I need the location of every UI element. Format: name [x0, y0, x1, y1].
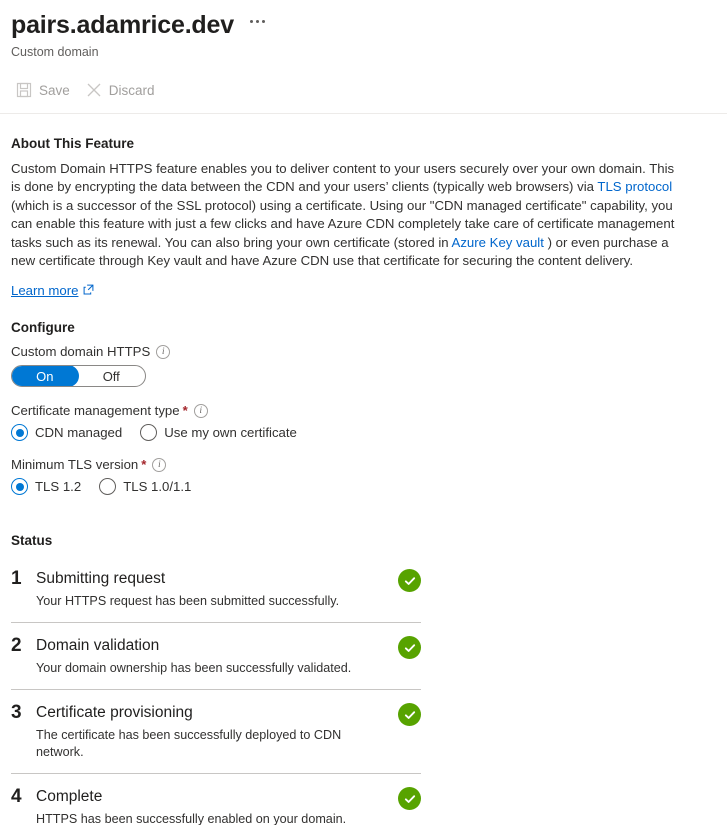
cert-type-label: Certificate management type * i [11, 403, 716, 418]
status-step-title: Submitting request [36, 570, 166, 588]
certificate-management-type-group: Certificate management type * i CDN mana… [11, 403, 716, 442]
status-step-list: 1 Submitting request Your HTTPS request ha… [11, 556, 716, 825]
radio-label: TLS 1.2 [35, 479, 82, 495]
info-icon[interactable]: i [156, 344, 171, 359]
learn-more-link[interactable]: Learn more [11, 283, 94, 298]
save-button[interactable]: Save [14, 78, 80, 102]
external-link-icon [83, 283, 94, 298]
page-subtitle: Custom domain [11, 45, 99, 59]
toolbar-divider [0, 113, 727, 114]
toggle-option-off[interactable]: Off [78, 366, 146, 386]
radio-tls-10-11[interactable]: TLS 1.0/1.1 [99, 478, 192, 496]
learn-more-label: Learn more [11, 283, 79, 299]
status-step-number: 3 [11, 702, 22, 724]
status-step: 2 Domain validation Your domain ownership … [11, 623, 421, 691]
status-step-inner: 3 Certificate provisioning The certificate… [11, 702, 421, 761]
status-step-title: Certificate provisioning [36, 704, 193, 722]
title-row: pairs.adamrice.dev [11, 10, 727, 40]
status-step-text: Domain validation Your domain ownership h… [36, 635, 390, 677]
configure-heading: Configure [11, 320, 75, 336]
overflow-menu-icon[interactable] [249, 20, 265, 23]
cert-type-label-text: Certificate management type [11, 403, 180, 419]
success-check-icon [398, 569, 421, 593]
about-heading: About This Feature [11, 136, 135, 151]
status-step-inner: 2 Domain validation Your domain ownership … [11, 635, 421, 677]
radio-label: TLS 1.0/1.1 [123, 479, 192, 495]
custom-domain-https-toggle[interactable]: On Off [11, 365, 146, 388]
tls-version-label: Minimum TLS version * i [11, 457, 716, 472]
info-icon[interactable]: i [152, 457, 167, 472]
radio-indicator[interactable] [11, 478, 28, 496]
close-icon [86, 82, 102, 98]
status-heading: Status [11, 533, 53, 549]
save-icon [16, 82, 32, 98]
about-paragraph: Custom Domain HTTPS feature enables you … [11, 160, 687, 270]
command-bar: Save Discard [0, 60, 727, 106]
tls-version-radio-row: TLS 1.2 TLS 1.0/1.1 [11, 478, 716, 496]
https-label-text: Custom domain HTTPS [11, 344, 151, 360]
radio-tls-12[interactable]: TLS 1.2 [11, 478, 82, 496]
page-header: pairs.adamrice.dev Custom domain [0, 0, 727, 60]
info-icon[interactable]: i [193, 403, 208, 418]
page-content: About This Feature Custom Domain HTTPS f… [0, 136, 727, 825]
status-step-description: HTTPS has been successfully enabled on y… [36, 812, 347, 825]
radio-use-my-own-certificate[interactable]: Use my own certificate [140, 424, 297, 442]
page-title: pairs.adamrice.dev [11, 11, 234, 39]
status-step-number: 4 [11, 786, 22, 808]
radio-cdn-managed[interactable]: CDN managed [11, 424, 123, 442]
status-step-title: Domain validation [36, 637, 160, 655]
status-step-description: Your HTTPS request has been submitted su… [36, 594, 340, 609]
status-step-text: Certificate provisioning The certificate … [36, 702, 390, 761]
save-label: Save [39, 82, 70, 98]
tls-version-label-text: Minimum TLS version [11, 457, 139, 473]
dot-2 [255, 20, 259, 23]
radio-indicator[interactable] [11, 424, 28, 442]
required-asterisk: * [141, 457, 147, 473]
about-text-1: Custom Domain HTTPS feature enables you … [11, 161, 675, 195]
dot-1 [249, 20, 253, 23]
required-asterisk: * [182, 403, 188, 419]
radio-label: Use my own certificate [164, 425, 297, 441]
discard-label: Discard [108, 82, 155, 98]
status-step: 1 Submitting request Your HTTPS request ha… [11, 556, 421, 624]
status-step: 3 Certificate provisioning The certificate… [11, 690, 421, 775]
success-check-icon [398, 703, 421, 727]
dot-3 [261, 20, 265, 23]
tls-protocol-link[interactable]: TLS protocol [597, 179, 672, 194]
status-step-inner: 1 Submitting request Your HTTPS request ha… [11, 568, 421, 610]
https-field-label: Custom domain HTTPS i [11, 344, 716, 359]
status-step-inner: 4 Complete HTTPS has been successfully ena… [11, 786, 421, 825]
status-step-number: 2 [11, 635, 22, 657]
custom-domain-https-page: pairs.adamrice.dev Custom domain Save Di… [0, 0, 727, 825]
radio-indicator[interactable] [140, 424, 158, 442]
status-step-description: Your domain ownership has been successfu… [36, 661, 352, 676]
radio-indicator[interactable] [99, 478, 117, 496]
status-step-title: Complete [36, 788, 103, 806]
status-step-text: Submitting request Your HTTPS request has… [36, 568, 390, 610]
status-step-description: The certificate has been successfully de… [36, 728, 342, 760]
status-step-text: Complete HTTPS has been successfully enab… [36, 786, 390, 825]
status-step: 4 Complete HTTPS has been successfully ena… [11, 774, 421, 825]
success-check-icon [398, 787, 421, 811]
azure-key-vault-link[interactable]: Azure Key vault [452, 235, 544, 250]
radio-label: CDN managed [35, 425, 123, 441]
discard-button[interactable]: Discard [84, 78, 165, 102]
status-step-number: 1 [11, 568, 22, 590]
cert-type-radio-row: CDN managed Use my own certificate [11, 424, 716, 442]
minimum-tls-version-group: Minimum TLS version * i TLS 1.2 TLS 1.0/… [11, 457, 716, 496]
toggle-option-on[interactable]: On [12, 366, 79, 387]
success-check-icon [398, 636, 421, 660]
